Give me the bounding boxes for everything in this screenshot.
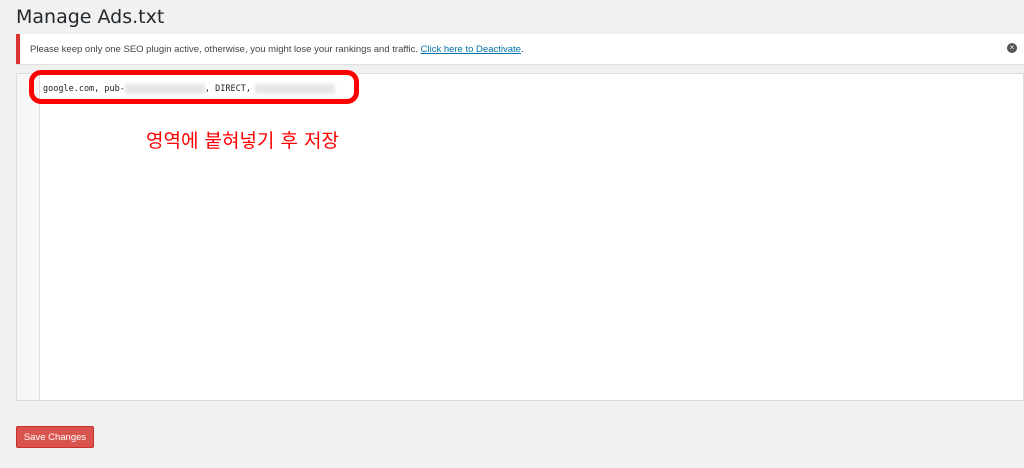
notice-message: Please keep only one SEO plugin active, … — [30, 44, 421, 55]
close-circle-icon[interactable]: × — [1007, 43, 1017, 53]
page-title: Manage Ads.txt — [16, 6, 165, 28]
save-changes-button[interactable]: Save Changes — [16, 426, 94, 448]
annotation-text: 영역에 붙혀넣기 후 저장 — [146, 130, 339, 152]
line-number-gutter — [17, 74, 40, 400]
manage-ads-txt-page: Manage Ads.txt Please keep only one SEO … — [0, 0, 1024, 468]
seo-plugin-notice: Please keep only one SEO plugin active, … — [16, 34, 1024, 64]
notice-suffix: . — [520, 44, 524, 55]
deactivate-link[interactable]: Click here to Deactivate — [421, 44, 521, 55]
ads-txt-editor[interactable]: google.com, pub-, DIRECT, — [16, 73, 1024, 401]
highlight-box — [29, 70, 359, 104]
notice-text: Please keep only one SEO plugin active, … — [30, 44, 524, 55]
